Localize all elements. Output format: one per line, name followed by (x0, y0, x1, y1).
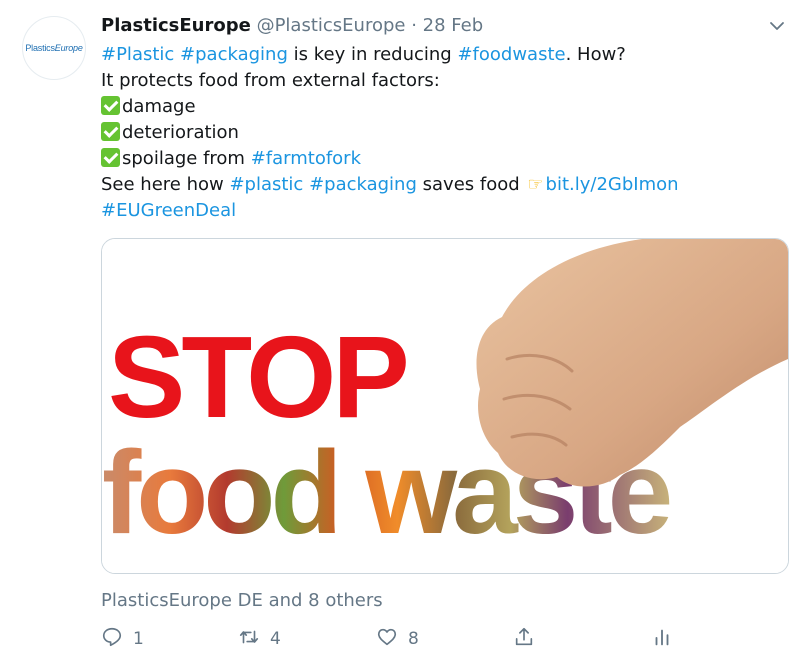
tweet-text-segment: is key in reducing (287, 44, 458, 65)
share-button[interactable] (513, 622, 535, 656)
tweet-text-segment: See here how (101, 174, 230, 195)
author-name[interactable]: PlasticsEurope (101, 15, 251, 36)
retweet-icon (238, 626, 260, 653)
avatar-logo-text-italic: Europe (54, 43, 83, 53)
tweet-line-4: deterioration (101, 120, 791, 146)
tweet-text-segment: . How? (565, 44, 626, 65)
tweet-line-3: damage (101, 94, 791, 120)
tweet-actions: 1 4 8 (101, 622, 791, 656)
analytics-button[interactable] (651, 622, 673, 656)
tweet-line-7: #EUGreenDeal (101, 198, 791, 224)
hashtag-foodwaste[interactable]: #foodwaste (457, 44, 565, 65)
tweet-text-segment: saves food (416, 174, 526, 195)
avatar-logo: PlasticsEurope (25, 43, 82, 53)
retweet-count: 4 (270, 629, 281, 649)
bullet-damage: damage (122, 96, 196, 117)
like-count: 8 (408, 629, 419, 649)
reply-icon (101, 626, 123, 653)
retweet-button[interactable]: 4 (238, 622, 281, 656)
share-icon (513, 626, 535, 653)
image-text-stop: STOP (108, 312, 406, 442)
reply-button[interactable]: 1 (101, 622, 144, 656)
bullet-deterioration: deterioration (122, 122, 239, 143)
tweet-line-5: spoilage from #farmtofork (101, 146, 791, 172)
hashtag-packaging[interactable]: #packaging (309, 174, 417, 195)
like-button[interactable]: 8 (376, 622, 419, 656)
tweet-line-2: It protects food from external factors: (101, 70, 440, 91)
tweet-line-1: #Plastic #packaging is key in reducing #… (101, 42, 791, 68)
heart-icon (376, 626, 398, 653)
tweet-date[interactable]: 28 Feb (423, 15, 484, 36)
hashtag-eugreendeal[interactable]: #EUGreenDeal (101, 200, 236, 221)
author-handle[interactable]: @PlasticsEurope (257, 15, 406, 36)
tweet-media-image[interactable]: STOP food waste (101, 238, 789, 574)
check-mark-icon (101, 148, 120, 167)
separator-dot: · (411, 15, 417, 36)
bullet-spoilage: spoilage from (122, 148, 251, 169)
analytics-icon (651, 626, 673, 653)
chevron-down-icon[interactable] (766, 15, 788, 37)
hashtag-plastic[interactable]: #plastic (229, 174, 303, 195)
avatar[interactable]: PlasticsEurope (22, 16, 86, 80)
likers-summary[interactable]: PlasticsEurope DE and 8 others (101, 590, 383, 611)
tweet-link[interactable]: bit.ly/2GbImon (546, 174, 679, 195)
tweet-line-6: See here how #plastic #packaging saves f… (101, 172, 791, 198)
reply-count: 1 (133, 629, 144, 649)
pointing-hand-icon: ☞ (527, 174, 544, 195)
tweet-text: #Plastic #packaging is key in reducing #… (101, 42, 791, 224)
hashtag-farmtofork[interactable]: #farmtofork (251, 148, 361, 169)
hashtag-plastic[interactable]: #Plastic (101, 44, 174, 65)
tweet-header: PlasticsEurope @PlasticsEurope · 28 Feb (101, 14, 483, 38)
check-mark-icon (101, 96, 120, 115)
avatar-logo-text: Plastics (25, 43, 55, 53)
check-mark-icon (101, 122, 120, 141)
hashtag-packaging[interactable]: #packaging (180, 44, 288, 65)
